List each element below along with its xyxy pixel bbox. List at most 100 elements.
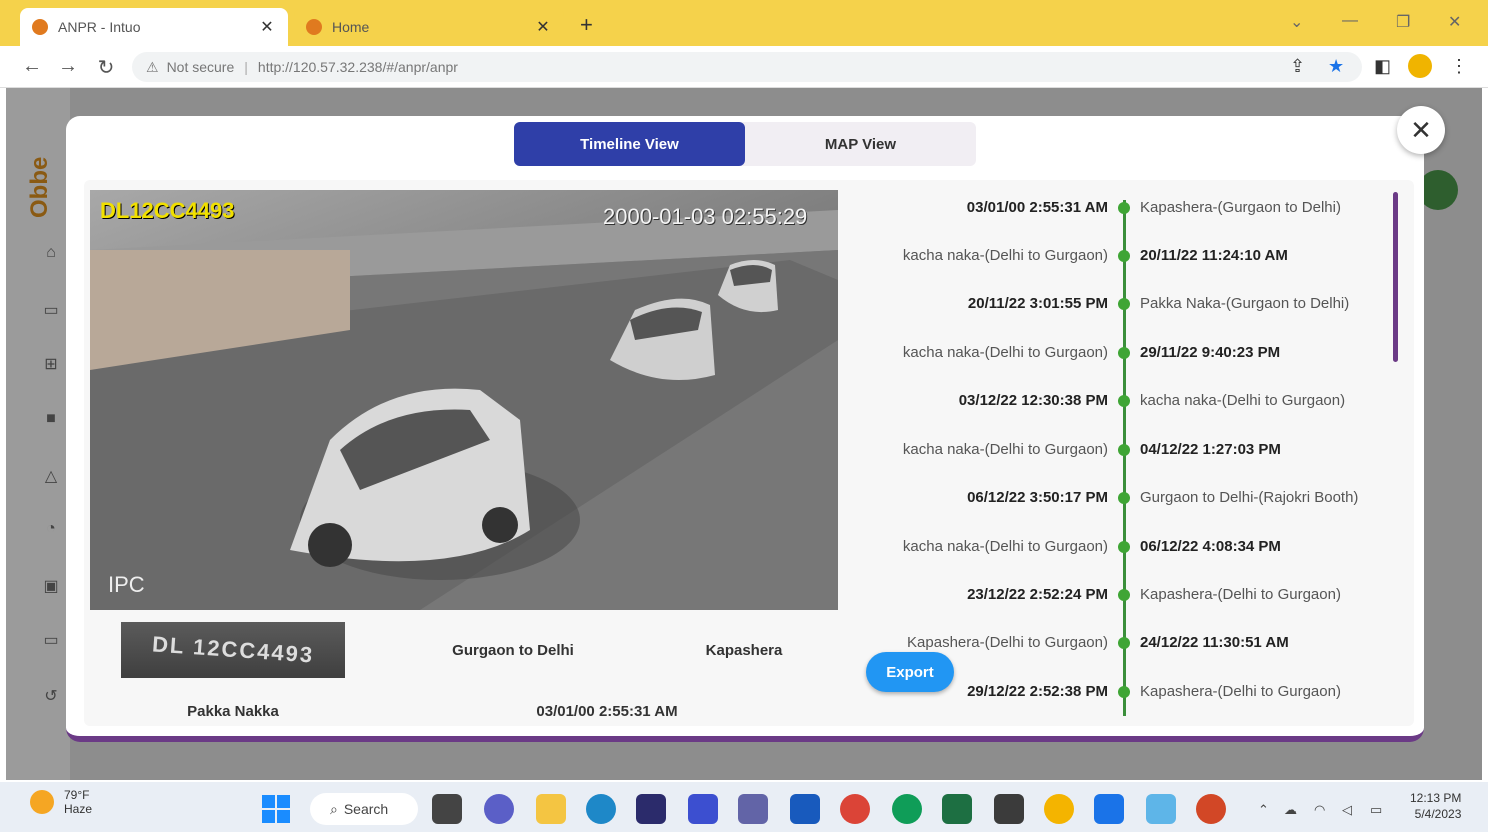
side-panel-icon[interactable]: ◧ <box>1374 56 1391 77</box>
url-field[interactable]: ⚠ Not secure | http://120.57.32.238/#/an… <box>132 52 1362 82</box>
camera-watermark: IPC <box>108 572 145 597</box>
add-icon[interactable]: ⊞ <box>40 354 62 376</box>
timeline-right-text: 29/11/22 9:40:23 PM <box>1140 344 1281 361</box>
tab-title: ANPR - Intuo <box>58 19 141 35</box>
task-view-icon[interactable] <box>432 794 462 824</box>
wifi-icon[interactable]: ◠ <box>1314 802 1325 818</box>
timeline-right-text: kacha naka-(Delhi to Gurgaon) <box>1140 392 1346 409</box>
timeline-dot <box>1118 202 1130 214</box>
back-icon[interactable]: ← <box>20 55 44 78</box>
timeline-entry[interactable]: 03/12/22 12:30:38 PM kacha naka-(Delhi t… <box>858 386 1398 416</box>
windows-start-icon[interactable] <box>262 795 290 823</box>
powerpoint-icon[interactable] <box>1196 794 1226 824</box>
tab-search-icon[interactable]: ⌄ <box>1290 12 1303 32</box>
cloud-icon[interactable]: ☁ <box>1284 802 1297 818</box>
tab-timeline-view[interactable]: Timeline View <box>514 122 745 166</box>
app-icon[interactable] <box>688 794 718 824</box>
chat-icon[interactable] <box>484 794 514 824</box>
menu-dots-icon[interactable]: ⋮ <box>1450 56 1468 77</box>
timeline-entry[interactable]: kacha naka-(Delhi to Gurgaon) 04/12/22 1… <box>858 435 1398 465</box>
divider: | <box>244 59 248 75</box>
timestamp-overlay: 2000-01-03 02:55:29 <box>603 204 808 229</box>
timeline-right-text: 04/12/22 1:27:03 PM <box>1140 441 1281 458</box>
close-tab-icon[interactable]: ✕ <box>534 17 552 37</box>
browser-tab-home[interactable]: Home ✕ <box>294 8 564 46</box>
timeline-entry[interactable]: 06/12/22 3:50:17 PM Gurgaon to Delhi-(Ra… <box>858 483 1398 513</box>
timeline-dot <box>1118 492 1130 504</box>
timeline-dot <box>1118 444 1130 456</box>
plate-crop-image[interactable]: DL 12CC4493 <box>121 622 345 678</box>
anpr-icon[interactable]: ■ <box>40 410 62 432</box>
timeline-entry[interactable]: 20/11/22 3:01:55 PM Pakka Naka-(Gurgaon … <box>858 289 1398 319</box>
weather-desc: Haze <box>64 802 93 816</box>
timeline-entry[interactable]: kacha naka-(Delhi to Gurgaon) 29/11/22 9… <box>858 338 1398 368</box>
timeline-entry[interactable]: kacha naka-(Delhi to Gurgaon) 20/11/22 1… <box>858 241 1398 271</box>
weather-widget[interactable]: 79°F Haze <box>30 788 92 816</box>
tab-map-view[interactable]: MAP View <box>745 122 976 166</box>
timeline-left-text: kacha naka-(Delhi to Gurgaon) <box>902 441 1108 458</box>
timeline-right-text: Pakka Naka-(Gurgaon to Delhi) <box>1140 295 1350 312</box>
alert-icon[interactable]: △ <box>40 466 62 488</box>
restore-icon[interactable]: ❐ <box>1396 12 1410 32</box>
close-window-icon[interactable]: ✕ <box>1448 12 1461 32</box>
logout-icon[interactable]: ↺ <box>40 686 62 708</box>
taskbar-clock[interactable]: 12:13 PM 5/4/2023 <box>1410 790 1461 822</box>
new-tab-icon[interactable]: + <box>580 12 593 38</box>
vehicle-icon[interactable]: ▣ <box>40 576 62 598</box>
timeline-right-text: Kapashera-(Delhi to Gurgaon) <box>1140 586 1341 603</box>
teams-icon[interactable] <box>738 794 768 824</box>
video-icon[interactable]: ▭ <box>40 630 62 652</box>
site-favicon-icon <box>32 19 48 35</box>
timeline-dot <box>1118 686 1130 698</box>
store-icon[interactable] <box>636 794 666 824</box>
tray-chevron-icon[interactable]: ⌃ <box>1258 802 1269 818</box>
camera-app-icon[interactable] <box>1094 794 1124 824</box>
app-logo: Obbe <box>26 156 53 218</box>
reload-icon[interactable]: ↻ <box>94 55 118 80</box>
timeline-left-text: 03/12/22 12:30:38 PM <box>958 392 1108 409</box>
view-toggle: Timeline View MAP View <box>514 122 976 166</box>
browser-tab-anpr[interactable]: ANPR - Intuo ✕ <box>20 8 288 46</box>
camera-snapshot[interactable] <box>90 190 838 610</box>
export-button[interactable]: Export <box>866 652 954 692</box>
timeline-entry[interactable]: 23/12/22 2:52:24 PM Kapashera-(Delhi to … <box>858 580 1398 610</box>
plate-number-overlay: DL12CC4493 <box>100 198 235 223</box>
word-icon[interactable] <box>790 794 820 824</box>
background-action-button <box>1418 170 1458 210</box>
direction-label: Gurgaon to Delhi <box>452 642 574 659</box>
profile-avatar[interactable] <box>1408 54 1432 83</box>
file-explorer-icon[interactable] <box>536 794 566 824</box>
clock-time: 12:13 PM <box>1410 791 1462 805</box>
share-icon[interactable]: ⇪ <box>1290 56 1305 77</box>
timeline-dot <box>1118 298 1130 310</box>
timeline-left-text: 20/11/22 3:01:55 PM <box>967 295 1108 312</box>
battery-icon[interactable]: ▭ <box>1370 802 1382 818</box>
chrome-profile-icon[interactable] <box>892 794 922 824</box>
close-tab-icon[interactable]: ✕ <box>258 17 276 37</box>
taskbar-search[interactable]: ⌕ Search <box>310 793 418 825</box>
address-bar: ← → ↻ ⚠ Not secure | http://120.57.32.23… <box>0 46 1488 88</box>
timeline-left-text: kacha naka-(Delhi to Gurgaon) <box>902 538 1108 555</box>
minimize-icon[interactable]: — <box>1342 12 1358 30</box>
timeline-entry[interactable]: 03/01/00 2:55:31 AM Kapashera-(Gurgaon t… <box>858 193 1398 223</box>
close-modal-button[interactable]: ✕ <box>1397 106 1445 154</box>
timeline-left-text: 29/12/22 2:52:38 PM <box>967 683 1108 700</box>
bookmark-star-icon[interactable]: ★ <box>1328 56 1344 77</box>
timeline-entry[interactable]: kacha naka-(Delhi to Gurgaon) 06/12/22 4… <box>858 532 1398 562</box>
excel-icon[interactable] <box>942 794 972 824</box>
road-scene-illustration <box>90 210 838 610</box>
timeline-left-text: 03/01/00 2:55:31 AM <box>966 199 1108 216</box>
terminal-icon[interactable] <box>994 794 1024 824</box>
notepad-icon[interactable] <box>1146 794 1176 824</box>
timeline-dot <box>1118 637 1130 649</box>
chrome-active-icon[interactable] <box>1044 794 1074 824</box>
edge-icon[interactable] <box>586 794 616 824</box>
bell-icon[interactable]: ◔ <box>40 520 62 542</box>
camera-icon[interactable]: ▭ <box>40 300 62 322</box>
chrome-icon[interactable] <box>840 794 870 824</box>
volume-icon[interactable]: ◁ <box>1342 802 1352 818</box>
forward-icon[interactable]: → <box>56 55 80 78</box>
home-icon[interactable]: ⌂ <box>40 244 62 266</box>
sun-icon <box>30 790 54 814</box>
timeline-right-text: Kapashera-(Gurgaon to Delhi) <box>1140 199 1341 216</box>
